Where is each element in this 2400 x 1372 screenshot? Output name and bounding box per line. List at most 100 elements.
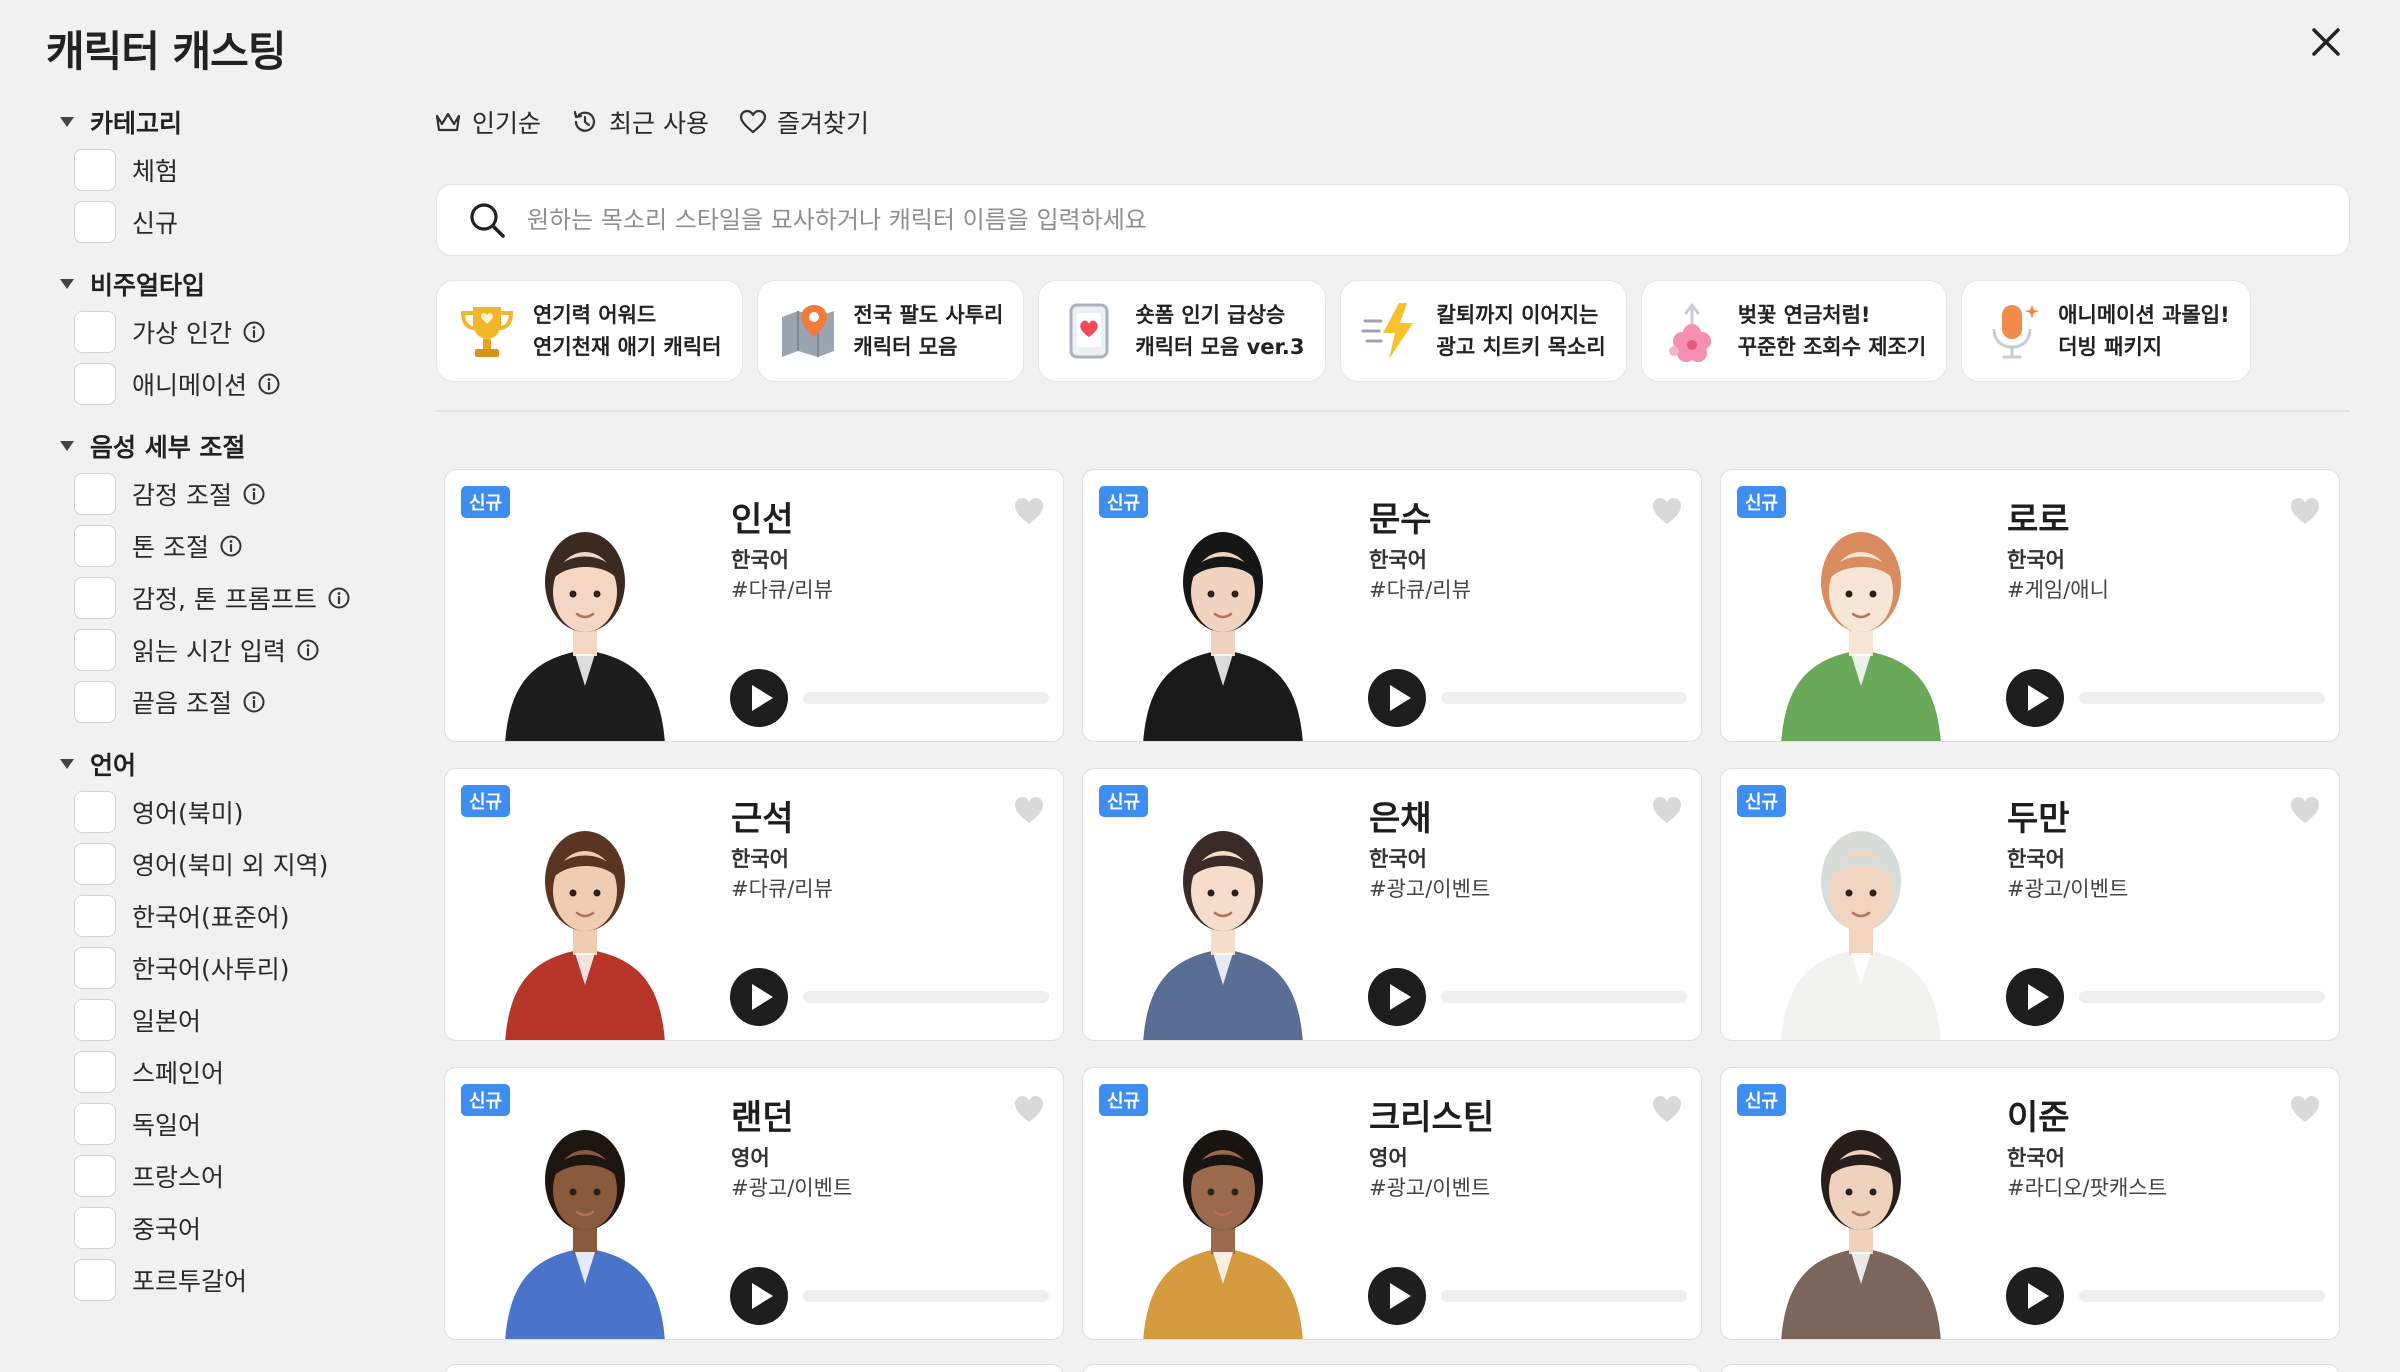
character-card[interactable]: 신규 근석 한국어 #다큐/리뷰 [444,768,1064,1041]
close-button[interactable] [2304,20,2348,64]
checkbox[interactable] [74,681,116,723]
checkbox[interactable] [74,525,116,567]
character-card[interactable]: 신규 은채 한국어 #광고/이벤트 [1082,768,1702,1041]
filter-option[interactable]: 중국어 [56,1202,386,1254]
audio-progress-bar[interactable] [1441,692,1687,704]
filter-section-language[interactable]: 언어 [56,742,386,786]
info-icon[interactable] [242,690,266,714]
filter-section-category[interactable]: 카테고리 [56,100,386,144]
info-icon[interactable] [242,482,266,506]
favorite-heart-icon[interactable] [1013,1094,1045,1124]
play-icon[interactable] [729,668,789,728]
info-icon[interactable] [296,638,320,662]
search-input[interactable] [527,206,2227,234]
checkbox[interactable] [74,473,116,515]
character-card[interactable]: 신규 문수 한국어 #다큐/리뷰 [1082,469,1702,742]
checkbox[interactable] [74,791,116,833]
audio-progress-bar[interactable] [1441,991,1687,1003]
checkbox[interactable] [74,577,116,619]
info-icon[interactable] [327,586,351,610]
play-icon[interactable] [1367,967,1427,1027]
checkbox[interactable] [74,999,116,1041]
collection-anime-dubbing[interactable]: 애니메이션 과몰입! 더빙 패키지 [1961,280,2251,382]
favorite-heart-icon[interactable] [2289,1094,2321,1124]
info-icon[interactable] [219,534,243,558]
character-card[interactable]: 신규 이준 한국어 #라디오/팟캐스트 [1720,1067,2340,1340]
filter-section-voice-detail[interactable]: 음성 세부 조절 [56,424,386,468]
character-card[interactable]: 신규 크리스틴 영어 #광고/이벤트 [1082,1067,1702,1340]
checkbox[interactable] [74,201,116,243]
search-box[interactable] [436,184,2350,256]
checkbox[interactable] [74,1103,116,1145]
collection-shortform[interactable]: 숏폼 인기 급상승 캐릭터 모음 ver.3 [1038,280,1326,382]
filter-option[interactable]: 톤 조절 [56,520,386,572]
filter-option[interactable]: 애니메이션 [56,358,386,410]
filter-option[interactable]: 가상 인간 [56,306,386,358]
collection-ad-cheatkey[interactable]: 칼퇴까지 이어지는 광고 치트키 목소리 [1339,280,1627,382]
checkbox[interactable] [74,1207,116,1249]
play-icon[interactable] [2005,1266,2065,1326]
play-icon[interactable] [729,1266,789,1326]
character-card[interactable]: 신규 랜던 영어 #광고/이벤트 [444,1067,1064,1340]
play-icon[interactable] [2005,967,2065,1027]
checkbox[interactable] [74,311,116,353]
tab-recent[interactable]: 최근 사용 [571,104,709,140]
filter-option[interactable]: 한국어(사투리) [56,942,386,994]
info-icon[interactable] [242,320,266,344]
filter-option[interactable]: 영어(북미) [56,786,386,838]
checkbox[interactable] [74,1051,116,1093]
favorite-heart-icon[interactable] [1013,795,1045,825]
checkbox[interactable] [74,1155,116,1197]
checkbox[interactable] [74,843,116,885]
play-icon[interactable] [1367,668,1427,728]
filter-option[interactable]: 체험 [56,144,386,196]
tab-popular[interactable]: 인기순 [434,104,541,140]
favorite-heart-icon[interactable] [1651,496,1683,526]
audio-progress-bar[interactable] [803,1290,1049,1302]
filter-option[interactable]: 감정 조절 [56,468,386,520]
collection-cherry-blossom[interactable]: 벚꽃 연금처럼! 꾸준한 조회수 제조기 [1640,280,1948,382]
tab-favorites[interactable]: 즐겨찾기 [739,104,869,140]
favorite-heart-icon[interactable] [1651,1094,1683,1124]
favorite-heart-icon[interactable] [1013,496,1045,526]
filter-option[interactable]: 영어(북미 외 지역) [56,838,386,890]
audio-progress-bar[interactable] [2079,692,2325,704]
filter-option[interactable]: 한국어(표준어) [56,890,386,942]
checkbox[interactable] [74,895,116,937]
filter-section-visual-type[interactable]: 비주얼타입 [56,262,386,306]
character-card[interactable] [1720,1364,2340,1372]
filter-option[interactable]: 신규 [56,196,386,248]
audio-progress-bar[interactable] [2079,1290,2325,1302]
info-icon[interactable] [257,372,281,396]
filter-option[interactable]: 스페인어 [56,1046,386,1098]
checkbox[interactable] [74,629,116,671]
character-card[interactable]: 신규 두만 한국어 #광고/이벤트 [1720,768,2340,1041]
audio-progress-bar[interactable] [2079,991,2325,1003]
character-card[interactable]: 신규 로로 한국어 #게임/애니 [1720,469,2340,742]
character-card[interactable] [444,1364,1064,1372]
favorite-heart-icon[interactable] [1651,795,1683,825]
collection-acting-award[interactable]: 연기력 어워드 연기천재 애기 캐릭터 [436,280,743,382]
collection-dialect[interactable]: 전국 팔도 사투리 캐릭터 모음 [756,280,1025,382]
checkbox[interactable] [74,947,116,989]
character-card[interactable] [1082,1364,1702,1372]
favorite-heart-icon[interactable] [2289,496,2321,526]
play-icon[interactable] [729,967,789,1027]
play-icon[interactable] [2005,668,2065,728]
filter-option[interactable]: 포르투갈어 [56,1254,386,1306]
audio-progress-bar[interactable] [1441,1290,1687,1302]
favorite-heart-icon[interactable] [2289,795,2321,825]
audio-progress-bar[interactable] [803,692,1049,704]
play-icon[interactable] [1367,1266,1427,1326]
filter-option[interactable]: 감정, 톤 프롬프트 [56,572,386,624]
audio-progress-bar[interactable] [803,991,1049,1003]
filter-option[interactable]: 일본어 [56,994,386,1046]
filter-option[interactable]: 끝음 조절 [56,676,386,728]
filter-option[interactable]: 프랑스어 [56,1150,386,1202]
checkbox[interactable] [74,363,116,405]
filter-option[interactable]: 독일어 [56,1098,386,1150]
checkbox[interactable] [74,149,116,191]
filter-option[interactable]: 읽는 시간 입력 [56,624,386,676]
checkbox[interactable] [74,1259,116,1301]
character-card[interactable]: 신규 인선 한국어 #다큐/리뷰 [444,469,1064,742]
